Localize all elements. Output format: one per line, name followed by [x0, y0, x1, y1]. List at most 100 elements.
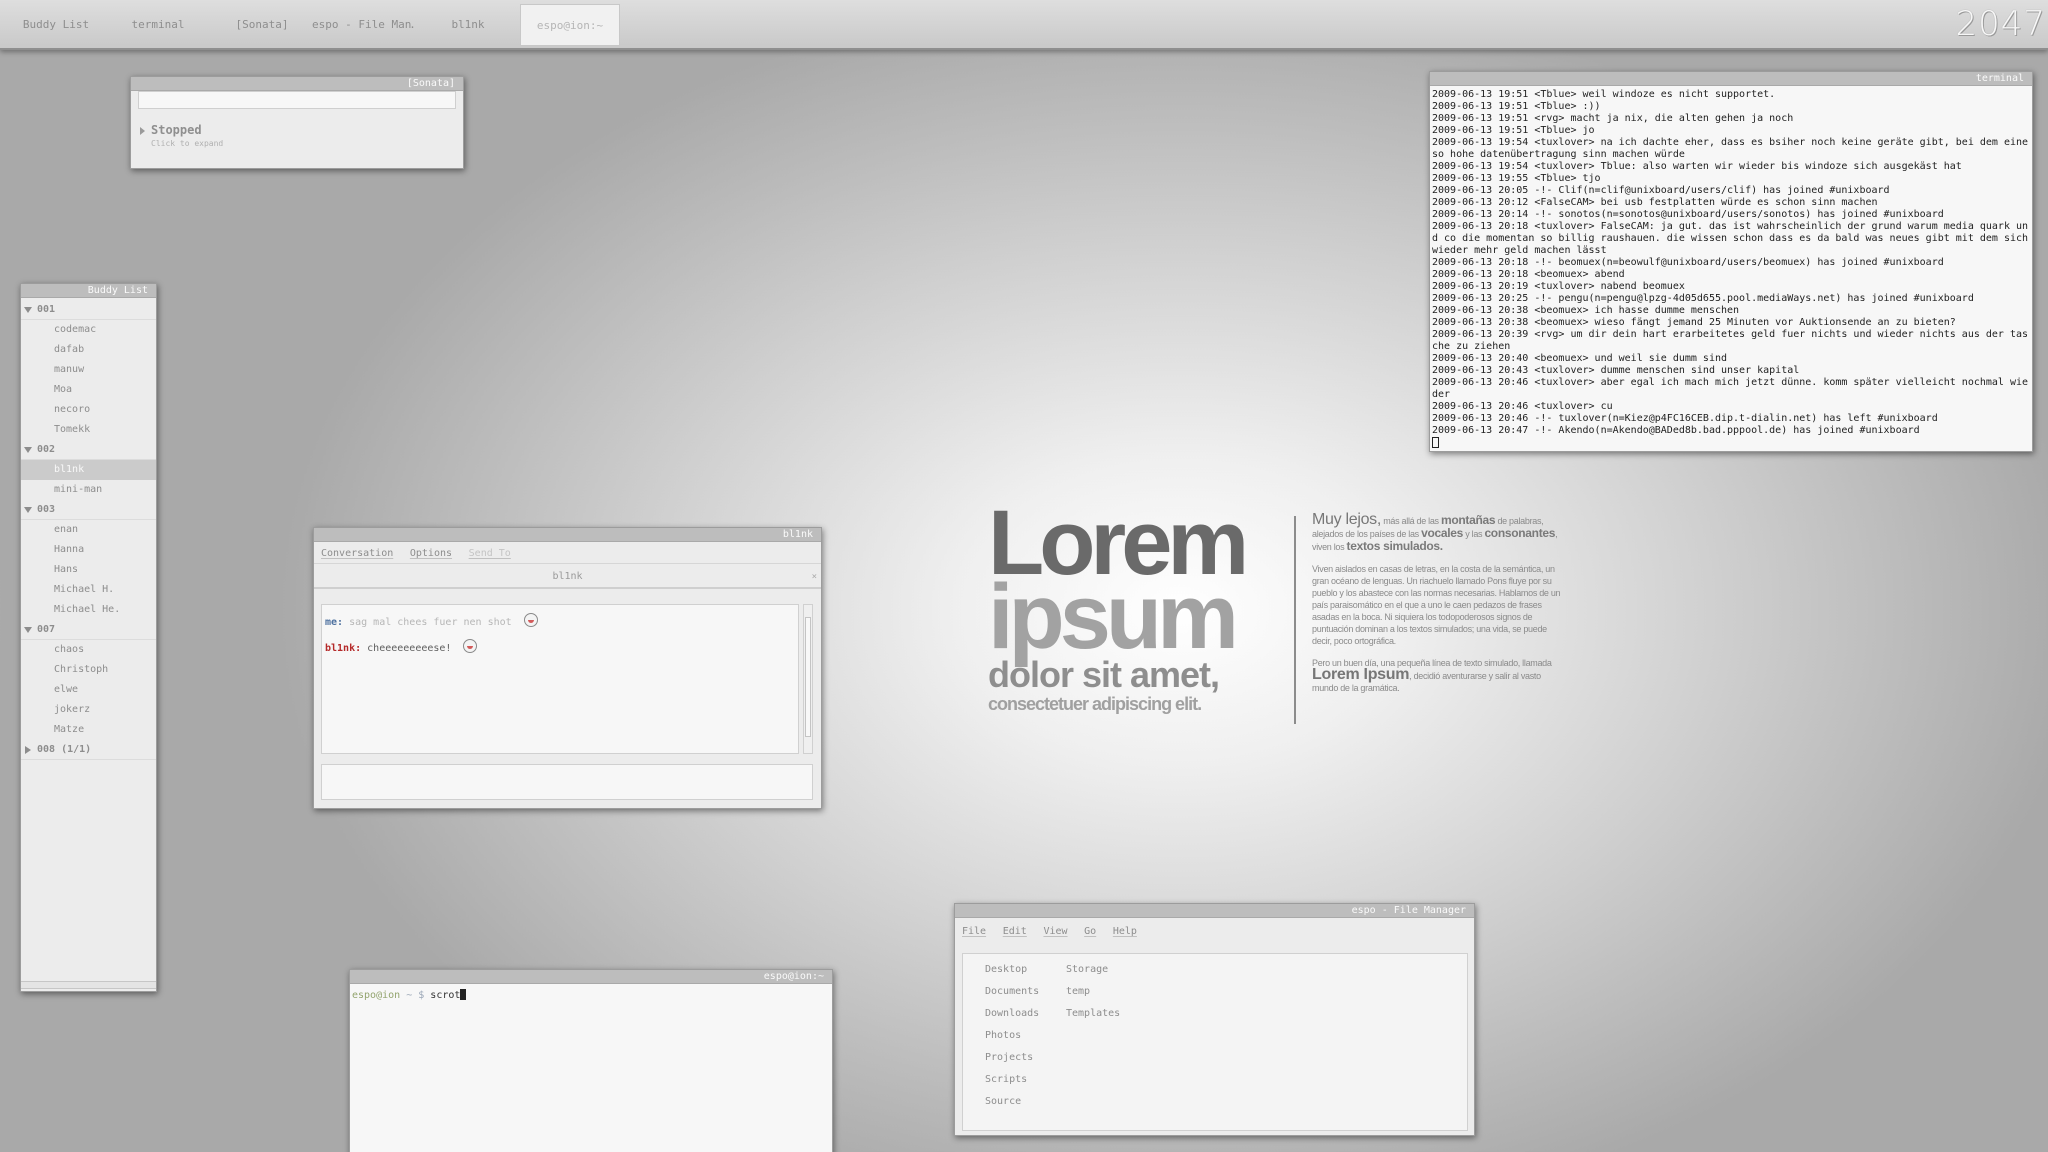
wallpaper-paragraph-3: Pero un buen día, una pequeña línea de t…: [1312, 658, 1552, 693]
buddy-item[interactable]: Michael H.: [21, 580, 156, 600]
shell-terminal-title[interactable]: espo@ion:~: [350, 970, 832, 984]
wallpaper-divider: [1294, 516, 1296, 724]
folder-entry[interactable]: Documents: [985, 986, 1039, 997]
buddy-group-label: 003: [37, 504, 56, 515]
buddy-item[interactable]: bl1nk: [21, 460, 156, 480]
chat-text: sag mal chees fuer nen shot: [349, 617, 512, 628]
expander-open-icon[interactable]: [24, 627, 32, 633]
chat-log[interactable]: me: sag mal chees fuer nen shot bl1nk: c…: [321, 604, 799, 754]
taskbar-item-terminal[interactable]: terminal: [110, 4, 206, 46]
menu-view[interactable]: View: [1043, 919, 1067, 945]
folder-entry[interactable]: Desktop: [985, 964, 1027, 975]
buddy-group[interactable]: 003: [21, 500, 156, 520]
folder-entry[interactable]: Scripts: [985, 1074, 1027, 1085]
irc-terminal-title[interactable]: terminal: [1430, 72, 2032, 86]
buddy-item[interactable]: jokerz: [21, 700, 156, 720]
file-manager-view[interactable]: Desktop Documents Downloads Photos Proje…: [962, 953, 1468, 1131]
menu-conversation[interactable]: Conversation: [321, 543, 393, 565]
shell-terminal-output[interactable]: espo@ion ~ $ scrot: [350, 984, 832, 1006]
taskbar-item-file-manager[interactable]: espo - File Man…: [312, 4, 414, 46]
irc-log-line: 2009-06-13 20:18 <tuxlover> FalseCAM: ja…: [1432, 221, 2029, 256]
buddy-group[interactable]: 002: [21, 440, 156, 460]
buddy-item[interactable]: chaos: [21, 640, 156, 660]
expander-closed-icon[interactable]: [25, 746, 31, 754]
chat-nick: bl1nk:: [325, 643, 362, 654]
irc-log-line: 2009-06-13 19:51 <Tblue> :)): [1432, 101, 1601, 112]
sonata-status[interactable]: Stopped: [151, 123, 202, 137]
sonata-hint: Click to expand: [151, 139, 224, 148]
buddy-item[interactable]: necoro: [21, 400, 156, 420]
expander-open-icon[interactable]: [24, 507, 32, 513]
buddy-group[interactable]: 001: [21, 300, 156, 320]
buddy-group-label: 008 (1/1): [37, 744, 92, 755]
taskbar-item-bl1nk[interactable]: bl1nk: [420, 4, 516, 46]
buddy-item[interactable]: dafab: [21, 340, 156, 360]
close-icon[interactable]: ×: [812, 565, 817, 589]
taskbar-item-shell[interactable]: espo@ion:~: [520, 4, 620, 46]
buddy-item[interactable]: Tomekk: [21, 420, 156, 440]
taskbar-item-sonata[interactable]: [Sonata]: [214, 4, 310, 46]
chat-input[interactable]: [321, 764, 813, 800]
prompt-user: espo@ion: [352, 990, 401, 1001]
buddy-list-window: Buddy List 001 codemac dafab manuw Moa necoro…: [20, 283, 157, 992]
buddy-group[interactable]: 007: [21, 620, 156, 640]
buddy-group[interactable]: 008 (1/1): [21, 740, 156, 760]
folder-entry[interactable]: Templates: [1066, 1008, 1120, 1019]
irc-terminal-output[interactable]: 2009-06-13 19:51 <Tblue> weil windoze es…: [1430, 86, 2032, 451]
menu-help[interactable]: Help: [1113, 919, 1137, 945]
file-manager-menubar: File Edit View Go Help: [955, 918, 1474, 944]
buddy-item[interactable]: Hans: [21, 560, 156, 580]
menu-options[interactable]: Options: [410, 543, 452, 565]
irc-log-line: 2009-06-13 20:39 <rvg> um dir dein hart …: [1432, 329, 2029, 352]
text-cursor: [460, 989, 467, 1000]
irc-log-line: 2009-06-13 19:55 <Tblue> tjo: [1432, 173, 1601, 184]
buddy-item[interactable]: Christoph: [21, 660, 156, 680]
sonata-window: [Sonata] Stopped Click to expand: [130, 76, 464, 169]
menu-file[interactable]: File: [962, 919, 986, 945]
wallpaper-consectetuer: consectetuer adipiscing elit.: [988, 694, 1202, 714]
sonata-search-field[interactable]: [138, 91, 456, 109]
file-manager-title[interactable]: espo - File Manager: [955, 904, 1474, 918]
irc-log-line: 2009-06-13 20:38 <beomuex> ich hasse dum…: [1432, 305, 1740, 316]
buddy-item[interactable]: codemac: [21, 320, 156, 340]
expander-open-icon[interactable]: [24, 307, 32, 313]
buddy-item[interactable]: elwe: [21, 680, 156, 700]
folder-entry[interactable]: temp: [1066, 986, 1090, 997]
chat-scrollbar-thumb[interactable]: [805, 617, 811, 737]
wallpaper-dolor: dolor sit amet,: [988, 654, 1220, 695]
folder-entry[interactable]: Downloads: [985, 1008, 1039, 1019]
irc-log-line: 2009-06-13 20:12 <FalseCAM> bei usb fest…: [1432, 197, 1878, 208]
folder-entry[interactable]: Source: [985, 1096, 1021, 1107]
irc-log-line: 2009-06-13 20:19 <tuxlover> nabend beomu…: [1432, 281, 1685, 292]
chat-title[interactable]: bl1nk: [314, 528, 821, 542]
buddy-item[interactable]: Michael He.: [21, 600, 156, 620]
menu-go[interactable]: Go: [1084, 919, 1096, 945]
folder-entry[interactable]: Storage: [1066, 964, 1108, 975]
menu-send-to[interactable]: Send To: [469, 543, 511, 565]
irc-log-line: 2009-06-13 20:43 <tuxlover> dumme mensch…: [1432, 365, 1800, 376]
chat-tab[interactable]: bl1nk ×: [314, 565, 821, 589]
buddy-list-tree: 001 codemac dafab manuw Moa necoro Tomekk 002 bl…: [21, 298, 156, 760]
chat-scrollbar[interactable]: [803, 604, 813, 754]
buddy-list-statusbar: [21, 981, 156, 989]
irc-log-line: 2009-06-13 20:14 -!- sonotos(n=sonotos@u…: [1432, 209, 1944, 220]
folder-entry[interactable]: Photos: [985, 1030, 1021, 1041]
expander-open-icon[interactable]: [24, 447, 32, 453]
buddy-item[interactable]: Matze: [21, 720, 156, 740]
buddy-item[interactable]: enan: [21, 520, 156, 540]
buddy-item[interactable]: mini-man: [21, 480, 156, 500]
wallpaper-ipsum: ipsum: [988, 566, 1239, 668]
buddy-item[interactable]: manuw: [21, 360, 156, 380]
taskbar-item-buddy-list[interactable]: Buddy List: [8, 4, 104, 46]
expand-arrow-icon[interactable]: [140, 127, 145, 135]
sonata-title[interactable]: [Sonata]: [131, 77, 463, 91]
buddy-list-title[interactable]: Buddy List: [21, 284, 156, 298]
buddy-group-label: 007: [37, 624, 56, 635]
buddy-item[interactable]: Moa: [21, 380, 156, 400]
irc-log-line: 2009-06-13 20:46 -!- tuxlover(n=Kiez@p4F…: [1432, 413, 1938, 424]
buddy-group-label: 001: [37, 304, 56, 315]
irc-log-line: 2009-06-13 20:46 <tuxlover> aber egal ic…: [1432, 377, 2029, 400]
folder-entry[interactable]: Projects: [985, 1052, 1033, 1063]
menu-edit[interactable]: Edit: [1003, 919, 1027, 945]
buddy-item[interactable]: Hanna: [21, 540, 156, 560]
